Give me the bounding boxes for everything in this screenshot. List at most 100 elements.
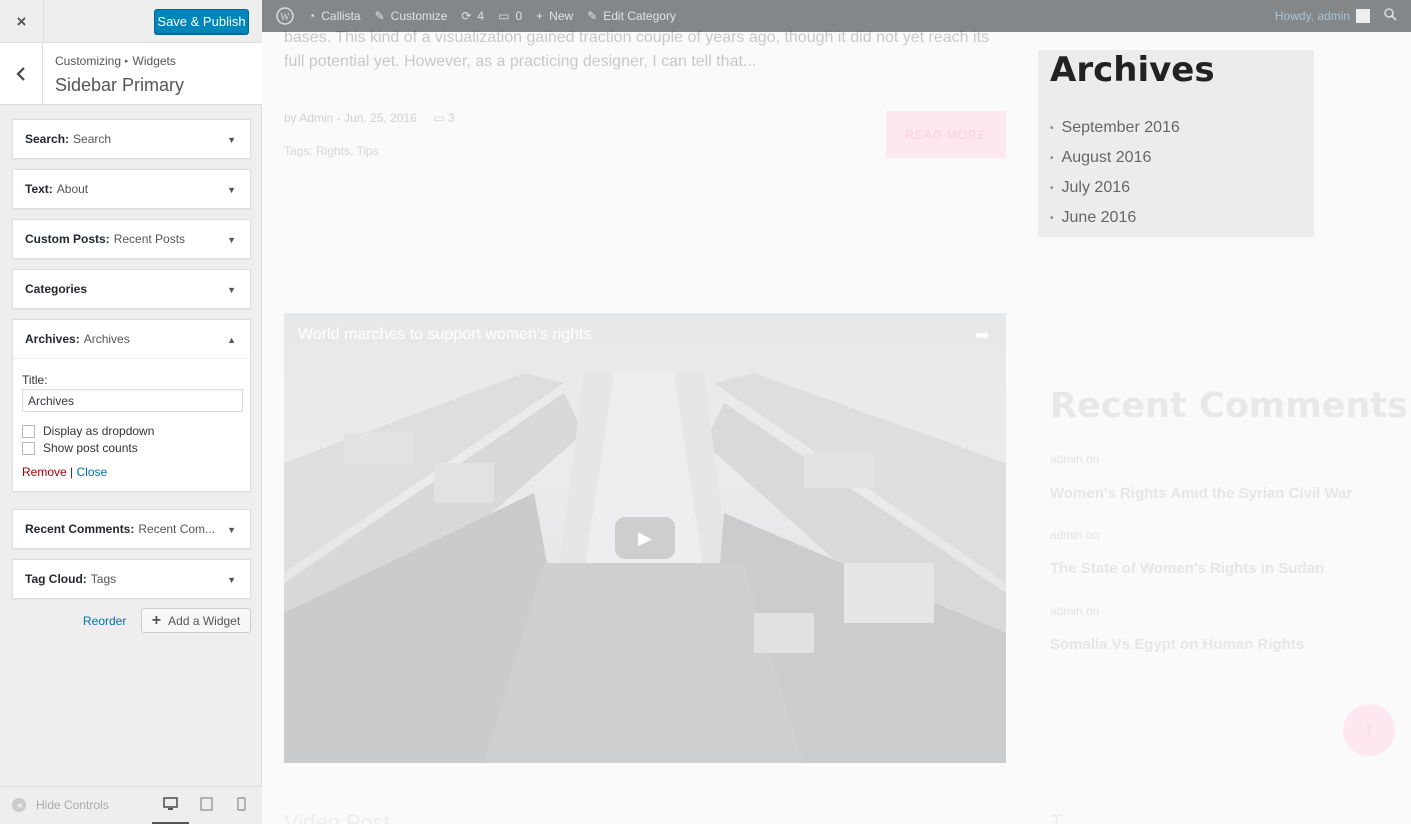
mobile-icon[interactable] — [237, 797, 246, 814]
caret-down-icon[interactable]: ▼ — [227, 185, 236, 195]
widget-title: Tags — [90, 572, 117, 586]
widget-custom-posts[interactable]: Custom Posts: Recent Posts ▼ — [12, 219, 251, 259]
updates-icon: ⟳ — [461, 9, 472, 23]
edit-label: Edit Category — [603, 9, 676, 23]
updates-count: 4 — [477, 9, 485, 23]
post-byline[interactable]: by Admin - Jun. 25, 2016 — [284, 111, 417, 125]
caret-down-icon[interactable]: ▼ — [227, 285, 236, 295]
caret-down-icon[interactable]: ▼ — [227, 525, 236, 535]
display-dropdown-checkbox-row[interactable]: Display as dropdown — [22, 424, 241, 438]
remove-link[interactable]: Remove — [22, 465, 67, 479]
share-icon[interactable]: ➦ — [975, 325, 990, 346]
post-meta: by Admin - Jun. 25, 2016 ▭ 3 — [284, 111, 455, 125]
title-input[interactable] — [22, 389, 243, 412]
widget-type: Custom Posts: — [25, 232, 110, 246]
site-name: Callista — [321, 9, 361, 23]
admin-new-link[interactable]: + New — [536, 9, 573, 23]
caret-up-icon[interactable]: ▲ — [227, 335, 236, 345]
search-icon[interactable] — [1384, 8, 1397, 24]
breadcrumb-widgets: Widgets — [132, 54, 176, 68]
widget-title: About — [56, 182, 89, 196]
post-tags[interactable]: Tags: Rights, Tips — [284, 144, 379, 158]
comment-link[interactable]: The State of Women's Rights in Sudan — [1050, 560, 1324, 577]
admin-bar: W ◔ Callista ✎ Customize ⟳ 4 ▭ 0 + New ✎ Edit … — [262, 0, 1411, 32]
caret-down-icon[interactable]: ▼ — [227, 135, 236, 145]
read-more-button[interactable]: READ MORE — [886, 111, 1006, 158]
comment-count[interactable]: 3 — [448, 111, 455, 125]
bullet-icon: • — [1050, 122, 1054, 134]
show-counts-checkbox[interactable] — [22, 441, 35, 455]
widget-text[interactable]: Text: About ▼ — [12, 169, 251, 209]
reorder-link[interactable]: Reorder — [83, 614, 126, 628]
caret-down-icon[interactable]: ▼ — [227, 235, 236, 245]
widget-type: Categories — [25, 282, 88, 296]
widget-archives-form: Title: Display as dropdown Show post cou… — [13, 358, 250, 491]
desktop-icon[interactable] — [163, 797, 178, 814]
comment-link[interactable]: Women's Rights Amid the Syrian Civil War — [1050, 485, 1352, 502]
section-title: Sidebar Primary — [55, 75, 185, 95]
tablet-icon[interactable] — [200, 797, 213, 814]
admin-comments-link[interactable]: ▭ 0 — [498, 9, 522, 23]
comment-meta: admin on — [1050, 604, 1100, 618]
archives-widget: Archives • September 2016 • August 2016 • J… — [1038, 50, 1314, 237]
archive-item-label[interactable]: September 2016 — [1062, 119, 1180, 137]
widget-archives-expanded[interactable]: Archives:Archives ▲ Title: Display as dro… — [12, 319, 251, 492]
widget-title: Archives — [83, 332, 130, 346]
add-widget-button[interactable]: + Add a Widget — [141, 608, 251, 633]
brush-icon: ✎ — [374, 9, 385, 23]
video-embed[interactable]: World marches to support women's rights … — [284, 313, 1006, 763]
plus-icon: + — [151, 611, 162, 629]
post-excerpt: bases. This kind of a visualization gain… — [284, 29, 990, 70]
archive-item[interactable]: • September 2016 — [1050, 113, 1180, 143]
back-icon[interactable] — [0, 43, 43, 105]
scroll-to-top-button[interactable]: ↑ — [1343, 704, 1395, 756]
caret-down-icon[interactable]: ▼ — [227, 575, 236, 585]
widget-tag-cloud[interactable]: Tag Cloud: Tags ▼ — [12, 559, 251, 599]
archive-item[interactable]: • August 2016 — [1050, 143, 1180, 173]
show-counts-label[interactable]: Show post counts — [43, 441, 138, 455]
video-title[interactable]: World marches to support women's rights — [298, 326, 592, 344]
bullet-icon: • — [1050, 212, 1054, 224]
archive-item-label[interactable]: July 2016 — [1062, 179, 1131, 197]
widget-recent-comments[interactable]: Recent Comments: Recent Com... ▼ — [12, 509, 251, 549]
widget-categories[interactable]: Categories ▼ — [12, 269, 251, 309]
archive-item[interactable]: • July 2016 — [1050, 173, 1180, 203]
admin-updates-link[interactable]: ⟳ 4 — [461, 9, 484, 23]
customizer-footer: ◂ Hide Controls — [0, 786, 262, 824]
show-counts-checkbox-row[interactable]: Show post counts — [22, 441, 241, 455]
svg-text:W: W — [280, 12, 290, 23]
admin-account[interactable]: Howdy, admin — [1275, 8, 1397, 24]
wordpress-logo-icon[interactable]: W — [276, 7, 294, 25]
display-dropdown-label[interactable]: Display as dropdown — [43, 424, 154, 438]
bullet-icon: • — [1050, 182, 1054, 194]
widget-type: Recent Comments: — [25, 522, 135, 536]
widget-search[interactable]: Search: Search ▼ — [12, 119, 251, 159]
collapse-icon: ◂ — [12, 798, 26, 812]
add-widget-label: Add a Widget — [168, 613, 241, 628]
widget-type: Tag Cloud: — [25, 572, 87, 586]
admin-edit-link[interactable]: ✎ Edit Category — [587, 9, 676, 23]
customizer-controls: × Save & Publish Customizing ▸ Widgets Sid… — [0, 0, 262, 824]
arrow-up-icon: ↑ — [1363, 717, 1375, 742]
breadcrumb: Customizing ▸ Widgets — [55, 54, 176, 68]
admin-customize-link[interactable]: ✎ Customize — [375, 9, 448, 23]
dashboard-icon: ◔ — [308, 9, 316, 23]
section-header: Customizing ▸ Widgets Sidebar Primary — [0, 43, 262, 105]
hide-controls-label: Hide Controls — [36, 798, 109, 812]
breadcrumb-separator-icon: ▸ — [125, 58, 129, 65]
save-publish-button[interactable]: Save & Publish — [154, 9, 249, 34]
comment-link[interactable]: Somalia Vs Egypt on Human Rights — [1050, 636, 1304, 653]
display-dropdown-checkbox[interactable] — [22, 424, 35, 438]
play-icon[interactable]: ▶ — [615, 517, 675, 559]
archive-item-label[interactable]: June 2016 — [1062, 209, 1137, 227]
hide-controls-button[interactable]: ◂ Hide Controls — [12, 798, 109, 812]
archive-item[interactable]: • June 2016 — [1050, 203, 1180, 233]
admin-site-link[interactable]: ◔ Callista — [308, 9, 361, 23]
close-icon[interactable]: × — [0, 0, 44, 43]
howdy-label[interactable]: Howdy, admin — [1275, 9, 1350, 23]
archive-item-label[interactable]: August 2016 — [1062, 149, 1152, 167]
tags-heading: T — [1050, 810, 1064, 824]
close-link[interactable]: Close — [77, 465, 108, 479]
avatar[interactable] — [1356, 9, 1370, 23]
widget-title: Recent Com... — [138, 522, 216, 536]
